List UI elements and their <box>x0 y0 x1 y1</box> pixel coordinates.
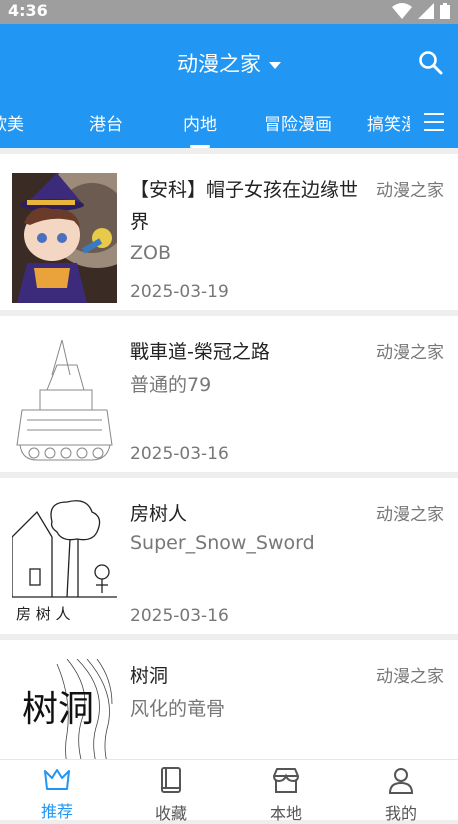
comic-title: 戰車道-榮冠之路 <box>130 341 270 363</box>
battery-icon <box>440 3 450 19</box>
tab-gaoxiao[interactable]: 搞笑漫画 <box>367 110 410 135</box>
category-tabs: 欧美 港台 内地 冒险漫画 搞笑漫画 <box>0 110 410 140</box>
comic-author: Super_Snow_Sword <box>130 532 315 554</box>
cover-image <box>12 335 117 465</box>
signal-icon <box>418 3 434 19</box>
user-icon <box>388 768 414 794</box>
source-selector[interactable]: 动漫之家 <box>0 48 458 78</box>
nav-local[interactable]: 本地 <box>229 766 343 824</box>
wifi-icon <box>392 3 412 19</box>
comic-date: 2025-03-16 <box>130 606 229 626</box>
store-icon <box>273 768 299 793</box>
bottom-navigation: 推荐 收藏 本地 我的 <box>0 759 458 823</box>
cover-image: 房 树 人 <box>12 497 117 627</box>
comic-author: 风化的竜骨 <box>130 698 226 720</box>
nav-label: 我的 <box>384 804 417 823</box>
comic-author: 普通的79 <box>130 374 212 396</box>
book-icon <box>161 767 181 793</box>
category-menu-icon[interactable] <box>424 113 444 131</box>
tab-neidi[interactable]: 内地 <box>183 110 217 135</box>
cover-image <box>12 173 117 303</box>
search-icon[interactable] <box>418 50 444 76</box>
list-item[interactable]: 【安科】帽子女孩在边缘世界 动漫之家 ZOB 2025-03-19 <box>0 154 458 310</box>
comic-title: 【安科】帽子女孩在边缘世界 <box>130 179 359 233</box>
nav-label: 本地 <box>269 804 302 823</box>
source-title: 动漫之家 <box>177 52 261 76</box>
status-icons <box>392 3 450 19</box>
tab-indicator <box>190 145 210 148</box>
cover-text: 树洞 <box>22 689 94 730</box>
tab-maoxian[interactable]: 冒险漫画 <box>264 110 332 135</box>
nav-label: 推荐 <box>40 802 73 821</box>
comic-source: 动漫之家 <box>376 505 444 525</box>
nav-recommend[interactable]: 推荐 <box>0 766 114 822</box>
comic-source: 动漫之家 <box>376 667 444 687</box>
list-item[interactable]: 房 树 人 房树人 动漫之家 Super_Snow_Sword 2025-03-… <box>0 478 458 634</box>
status-bar: 4:36 <box>0 0 458 24</box>
list-item[interactable]: 戰車道-榮冠之路 动漫之家 普通的79 2025-03-16 <box>0 316 458 472</box>
app-bar: 动漫之家 欧美 港台 内地 冒险漫画 搞笑漫画 <box>0 24 458 148</box>
comic-title: 房树人 <box>130 503 188 525</box>
comic-title: 树洞 <box>130 665 169 687</box>
tab-gangtai[interactable]: 港台 <box>89 110 123 135</box>
status-time: 4:36 <box>8 1 48 20</box>
nav-favorites[interactable]: 收藏 <box>114 766 228 824</box>
comic-author: ZOB <box>130 242 172 264</box>
tab-oumei[interactable]: 欧美 <box>0 110 24 135</box>
comic-source: 动漫之家 <box>376 343 444 363</box>
caret-down-icon <box>269 61 281 69</box>
comic-date: 2025-03-16 <box>130 444 229 464</box>
comic-date: 2025-03-19 <box>130 282 229 302</box>
nav-label: 收藏 <box>154 804 187 823</box>
nav-profile[interactable]: 我的 <box>344 766 458 824</box>
crown-icon <box>44 769 70 790</box>
cover-text: 房 树 人 <box>16 605 71 623</box>
comic-source: 动漫之家 <box>376 181 444 201</box>
